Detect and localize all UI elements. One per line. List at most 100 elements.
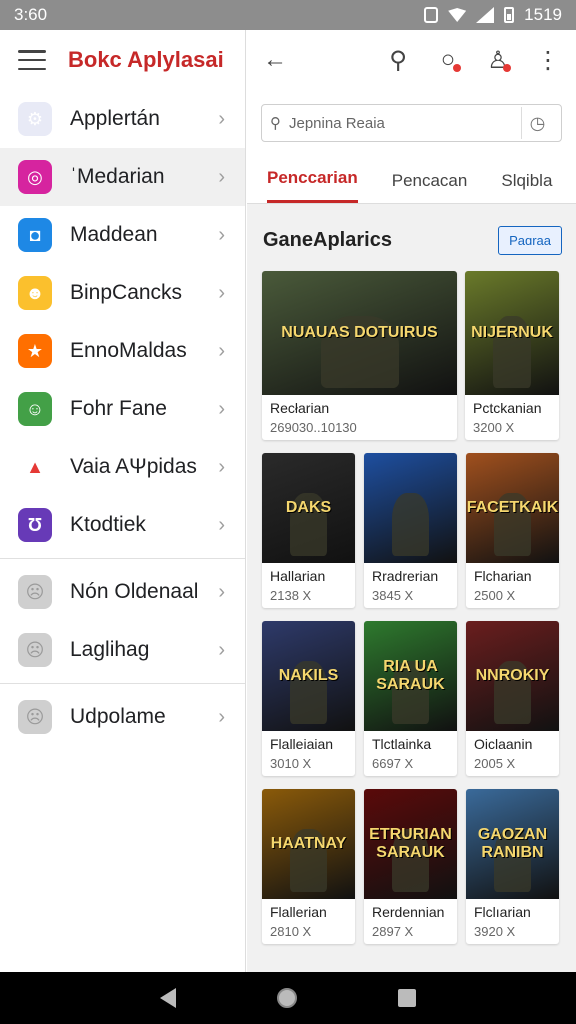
- menu-divider: [0, 558, 245, 559]
- drawer-item-6[interactable]: ▲ Vaia AΨpidas ›: [0, 438, 245, 496]
- instagram-icon: ◎: [18, 160, 52, 194]
- app-name: Rradrerian: [372, 568, 439, 584]
- app-thumbnail: GAOZAN RANIBN: [466, 789, 559, 899]
- drawer-item-0[interactable]: ☹ Nón Oldenaal ›: [0, 563, 245, 621]
- app-count: 3920 X: [474, 924, 516, 939]
- app-card[interactable]: FACETKAIK Flcharian 2500 X: [466, 453, 559, 608]
- app-count: 6697 X: [372, 756, 414, 771]
- menu-divider: [0, 683, 245, 684]
- app-card[interactable]: NNROKIY Oiclaanin 2005 X: [466, 621, 559, 776]
- tab-bar: Penccarian Pencacan Slqibla: [247, 152, 576, 204]
- navigation-drawer: Bokc Aplylasai ⚙ Applertán › ◎ ˈMedarian › ◘ Ma…: [0, 30, 246, 972]
- app-thumbnail: NIJERNUK: [465, 271, 559, 395]
- section-header: GaneAplarics Paɑraa: [247, 204, 576, 267]
- more-vert-icon[interactable]: ⋮: [530, 42, 566, 78]
- back-icon[interactable]: [160, 988, 177, 1008]
- home-icon[interactable]: [276, 988, 297, 1008]
- signal-icon: [476, 7, 495, 23]
- placeholder-face-icon: ☹: [18, 700, 52, 734]
- drawer-menu-tertiary: ☹ Udpolame ›: [0, 688, 245, 746]
- card-meta: Recłarian 269030..10130: [262, 395, 457, 440]
- app-card[interactable]: Rradrerian 3845 X: [364, 453, 457, 608]
- app-thumbnail: DAKS: [262, 453, 355, 563]
- app-card[interactable]: NAKILS Flalleiaian 3010 X: [262, 621, 355, 776]
- tab-pencacan[interactable]: Pencacan: [392, 171, 468, 203]
- app-name: Flclıarian: [474, 904, 531, 920]
- placeholder-face-icon: ☹: [18, 633, 52, 667]
- app-card[interactable]: HAATNAY Flallerian 2810 X: [262, 789, 355, 944]
- chevron-right-icon: ›: [218, 705, 225, 728]
- account-icon[interactable]: ♙: [480, 42, 516, 78]
- chevron-right-icon: ›: [218, 107, 225, 130]
- drawer-item-3[interactable]: ☻ BinpCancks ›: [0, 264, 245, 322]
- drawer-item-1[interactable]: ◎ ˈMedarian ›: [0, 148, 245, 206]
- app-thumbnail: NAKILS: [262, 621, 355, 731]
- app-count: 3845 X: [372, 588, 414, 603]
- app-count: 269030..10130: [270, 420, 357, 435]
- star-icon: ★: [18, 334, 52, 368]
- drawer-item-0[interactable]: ⚙ Applertán ›: [0, 90, 245, 148]
- drawer-item-2[interactable]: ◘ Maddean ›: [0, 206, 245, 264]
- drawer-menu: ⚙ Applertán › ◎ ˈMedarian › ◘ Maddean › ☻ BinpCanc…: [0, 90, 245, 554]
- thumbnail-title: NIJERNUK: [471, 324, 553, 342]
- drawer-item-label: Udpolame: [70, 705, 166, 728]
- drawer-item-0[interactable]: ☹ Udpolame ›: [0, 688, 245, 746]
- card-meta: Flclıarian 3920 X: [466, 899, 559, 944]
- app-card[interactable]: NIJERNUK Pctckanian 3200 X: [465, 271, 559, 440]
- thumbnail-title: GAOZAN RANIBN: [477, 826, 548, 861]
- card-meta: Tlctlainka 6697 X: [364, 731, 457, 776]
- app-thumbnail: [364, 453, 457, 563]
- menu-icon[interactable]: [18, 50, 46, 70]
- drawer-header: Bokc Aplylasai: [0, 30, 245, 90]
- app-card[interactable]: GAOZAN RANIBN Flclıarian 3920 X: [466, 789, 559, 944]
- app-bar: ← ⚲ ○ ♙ ⋮: [247, 30, 576, 90]
- notification-search-icon[interactable]: ○: [430, 42, 466, 78]
- drawer-item-label: Maddean: [70, 223, 158, 246]
- app-name: Hallarian: [270, 568, 326, 584]
- app-card[interactable]: DAKS Hallarian 2138 X: [262, 453, 355, 608]
- ads-icon: ▲: [18, 450, 52, 484]
- thumbnail-title: RIA UA SARAUK: [376, 658, 445, 693]
- app-card[interactable]: NUAUAS DOTUIRUS Recłarian 269030..10130: [262, 271, 457, 440]
- app-count: 2138 X: [270, 588, 312, 603]
- card-meta: Flallerian 2810 X: [262, 899, 355, 944]
- card-meta: Oiclaanin 2005 X: [466, 731, 559, 776]
- chevron-right-icon: ›: [218, 513, 225, 536]
- app-count: 3200 X: [473, 420, 515, 435]
- app-card[interactable]: RIA UA SARAUK Tlctlainka 6697 X: [364, 621, 457, 776]
- tab-penccarian[interactable]: Penccarian: [267, 168, 358, 203]
- thumbnail-title: HAATNAY: [270, 835, 347, 853]
- recents-icon[interactable]: [397, 989, 416, 1007]
- chevron-right-icon: ›: [218, 397, 225, 420]
- smile-icon: ☺: [18, 392, 52, 426]
- drawer-item-5[interactable]: ☺ Fohr Fane ›: [0, 380, 245, 438]
- drawer-item-label: Ktodtiek: [70, 513, 146, 536]
- drawer-item-4[interactable]: ★ EnnoMaldas ›: [0, 322, 245, 380]
- chevron-right-icon: ›: [218, 638, 225, 661]
- drawer-item-label: ˈMedarian: [70, 165, 165, 188]
- app-name: Flallerian: [270, 904, 327, 920]
- app-thumbnail: RIA UA SARAUK: [364, 621, 457, 731]
- drawer-item-7[interactable]: Ʊ Ktodtiek ›: [0, 496, 245, 554]
- back-arrow-icon[interactable]: ←: [257, 42, 293, 78]
- drawer-item-1[interactable]: ☹ Laglihag ›: [0, 621, 245, 679]
- soldier-artwork: [391, 492, 430, 557]
- apps-icon: ⚙: [18, 102, 52, 136]
- drawer-menu-secondary: ☹ Nón Oldenaal › ☹ Laglihag ›: [0, 563, 245, 679]
- search-input[interactable]: ⚲ Jepnina Reaia ◷: [261, 104, 562, 142]
- tab-slqibla[interactable]: Slqibla: [501, 171, 552, 203]
- search-icon[interactable]: ⚲: [380, 42, 416, 78]
- thumbnail-title: ETRURIAN SARAUK: [369, 826, 452, 861]
- status-bar: 3:60 1519: [0, 0, 576, 30]
- chevron-right-icon: ›: [218, 281, 225, 304]
- app-count: 3010 X: [270, 756, 312, 771]
- app-card[interactable]: ETRURIAN SARAUK Rerdennian 2897 X: [364, 789, 457, 944]
- history-icon[interactable]: ◷: [521, 107, 553, 139]
- search-placeholder: Jepnina Reaia: [289, 114, 385, 132]
- app-name: Rerdennian: [372, 904, 445, 920]
- card-meta: Hallarian 2138 X: [262, 563, 355, 608]
- section-action-button[interactable]: Paɑraa: [498, 226, 562, 255]
- chevron-right-icon: ›: [218, 580, 225, 603]
- system-nav-bar: [0, 972, 576, 1024]
- drawer-item-label: Laglihag: [70, 638, 150, 661]
